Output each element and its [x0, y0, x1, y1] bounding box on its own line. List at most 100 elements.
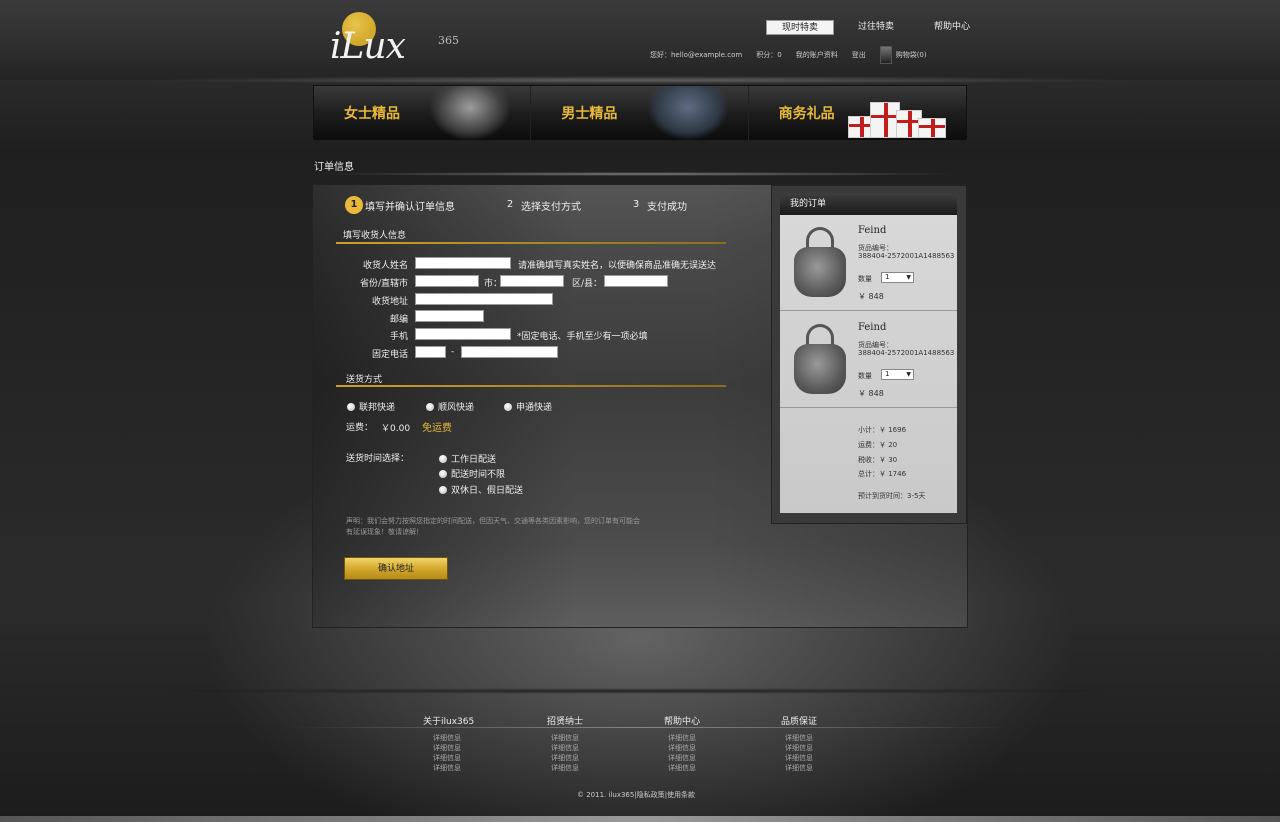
zip-label: 邮编 — [389, 315, 408, 325]
quantity-value: 1 — [885, 370, 890, 378]
handbag-image[interactable] — [792, 227, 848, 299]
order-summary: Feind 货品编号： 388404-2572001A1488563 数量 1 … — [780, 215, 957, 513]
time-option-label: 工作日配送 — [451, 455, 497, 465]
step-2: 2 选择支付方式 — [501, 196, 581, 214]
step-3-label: 支付成功 — [647, 201, 687, 213]
footer-link[interactable]: 详细信息 — [433, 763, 523, 773]
quantity-select[interactable]: 1 ▼ — [881, 369, 914, 380]
delivery-option-fedex[interactable]: 联邦快递 — [347, 400, 395, 413]
district-input[interactable] — [604, 275, 668, 287]
delivery-option-sf[interactable]: 顺风快递 — [426, 400, 474, 413]
shipping-fee-label: 运费： — [346, 423, 374, 433]
footer-link[interactable]: 详细信息 — [668, 753, 764, 763]
account-link[interactable]: 我的账户资料 — [796, 50, 838, 60]
quantity-value: 1 — [885, 273, 890, 281]
mobile-hint: *固定电话、手机至少有一项必填 — [517, 332, 648, 342]
man-model-image — [647, 86, 728, 140]
footer-column-about: 关于ilux365 详细信息 详细信息 详细信息 详细信息 — [423, 714, 523, 773]
radio-dot[interactable] — [439, 454, 447, 463]
chevron-down-icon[interactable]: ▼ — [906, 273, 911, 282]
footer-column-title: 关于ilux365 — [423, 717, 475, 727]
footer-link[interactable]: 详细信息 — [785, 733, 881, 743]
top-nav: 现时特卖 过往特卖 帮助中心 — [766, 20, 994, 35]
step-2-label: 选择支付方式 — [521, 201, 581, 213]
footer-link[interactable]: 详细信息 — [433, 743, 523, 753]
mobile-input[interactable] — [415, 328, 511, 340]
phone-area-input[interactable] — [415, 346, 446, 358]
footer-link[interactable]: 详细信息 — [785, 743, 881, 753]
quantity-label: 数量 — [858, 275, 872, 283]
product-code: 388404-2572001A1488563 — [858, 252, 955, 260]
phone-separator: - — [451, 347, 455, 357]
footer-link[interactable]: 详细信息 — [551, 763, 647, 773]
confirm-address-button[interactable]: 确认地址 — [344, 557, 448, 580]
radio-dot[interactable] — [504, 402, 512, 411]
time-option-weekend[interactable]: 双休日、假日配送 — [439, 483, 523, 496]
cart-link[interactable]: 购物袋(0) — [896, 50, 927, 60]
footer-column-title: 招贤纳士 — [547, 717, 584, 727]
time-option-anytime[interactable]: 配送时间不限 — [439, 467, 505, 480]
shopping-bag-icon[interactable] — [879, 46, 892, 64]
category-men[interactable]: 男士精品 — [531, 86, 749, 140]
page-title: 订单信息 — [314, 162, 354, 173]
footer-link[interactable]: 详细信息 — [668, 743, 764, 753]
delivery-option-label: 申通快递 — [516, 403, 553, 413]
name-input[interactable] — [415, 257, 511, 269]
step-3-number: 3 — [632, 199, 640, 210]
category-women-label: 女士精品 — [344, 106, 400, 122]
name-label: 收货人姓名 — [362, 261, 408, 271]
footer-link[interactable]: 详细信息 — [433, 733, 523, 743]
category-banner: 女士精品 男士精品 商务礼品 — [313, 85, 967, 140]
privacy-link[interactable]: 隐私政策 — [637, 791, 665, 799]
footer-link[interactable]: 详细信息 — [785, 763, 881, 773]
city-input[interactable] — [500, 275, 564, 287]
product-name[interactable]: Feind — [858, 322, 886, 333]
nav-help-center[interactable]: 帮助中心 — [918, 20, 986, 35]
delivery-section-rule — [336, 385, 726, 387]
category-women[interactable]: 女士精品 — [314, 86, 532, 140]
product-name[interactable]: Feind — [858, 225, 886, 236]
address-label: 收货地址 — [371, 297, 408, 307]
delivery-option-sto[interactable]: 申通快递 — [504, 400, 552, 413]
category-gifts-label: 商务礼品 — [778, 106, 835, 122]
footer-rule — [290, 727, 1010, 728]
footer-link[interactable]: 详细信息 — [551, 753, 647, 763]
radio-dot[interactable] — [439, 485, 447, 494]
order-eta: 预计到货时间：3-5天 — [858, 492, 926, 500]
order-total: 总计：￥ 1746 — [858, 470, 907, 478]
footer-link[interactable]: 详细信息 — [551, 733, 647, 743]
time-option-weekday[interactable]: 工作日配送 — [439, 452, 496, 465]
terms-link[interactable]: 使用条款 — [667, 791, 695, 799]
quantity-select[interactable]: 1 ▼ — [881, 272, 914, 283]
footer-link[interactable]: 详细信息 — [433, 753, 523, 763]
nav-past-sale[interactable]: 过往特卖 — [842, 20, 910, 35]
order-shipping: 运费：￥ 20 — [858, 441, 898, 449]
logout-link[interactable]: 登出 — [852, 50, 866, 60]
footer-link[interactable]: 详细信息 — [785, 753, 881, 763]
nav-current-sale[interactable]: 现时特卖 — [766, 20, 834, 35]
chevron-down-icon[interactable]: ▼ — [906, 370, 911, 379]
mobile-label: 手机 — [389, 332, 408, 342]
radio-dot[interactable] — [347, 402, 355, 411]
receiver-section-title: 填写收货人信息 — [343, 231, 407, 241]
footer-link[interactable]: 详细信息 — [668, 763, 764, 773]
order-subtotal: 小计：￥ 1696 — [858, 426, 907, 434]
province-input[interactable] — [415, 275, 479, 287]
phone-number-input[interactable] — [461, 346, 558, 358]
radio-dot[interactable] — [426, 402, 434, 411]
logo-text: iLux — [330, 26, 406, 67]
handbag-image[interactable] — [792, 324, 848, 396]
delivery-option-label: 顺风快递 — [438, 403, 475, 413]
radio-dot[interactable] — [439, 469, 447, 478]
category-gifts[interactable]: 商务礼品 — [748, 86, 966, 140]
footer-link[interactable]: 详细信息 — [551, 743, 647, 753]
site-logo[interactable]: iLux 365 — [328, 12, 478, 70]
address-input[interactable] — [415, 293, 553, 305]
footer-column-title: 品质保证 — [781, 717, 818, 727]
product-price: ￥ 848 — [858, 389, 884, 398]
product-code: 388404-2572001A1488563 — [858, 349, 955, 357]
footer-link[interactable]: 详细信息 — [668, 733, 764, 743]
zip-input[interactable] — [415, 310, 484, 322]
delivery-option-label: 联邦快递 — [359, 403, 396, 413]
step-3: 3 支付成功 — [627, 196, 687, 214]
